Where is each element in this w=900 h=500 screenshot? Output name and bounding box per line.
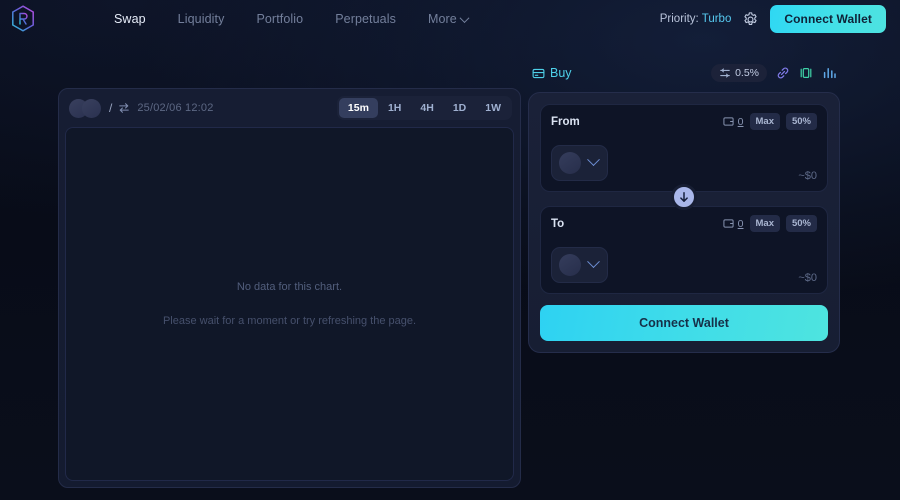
from-body: ~$0 bbox=[541, 137, 827, 191]
chevron-down-icon bbox=[587, 255, 600, 269]
timeframe-1d[interactable]: 1D bbox=[444, 98, 475, 118]
chevron-down-icon bbox=[459, 12, 470, 23]
slippage-setting[interactable]: 0.5% bbox=[711, 64, 767, 82]
nav-item-more[interactable]: More bbox=[412, 8, 484, 30]
token-placeholder-icon bbox=[559, 253, 581, 276]
bar-chart-icon[interactable] bbox=[822, 66, 836, 80]
priority-label: Priority: bbox=[659, 13, 699, 25]
swap-arrows-icon[interactable] bbox=[118, 102, 130, 114]
sliders-icon bbox=[720, 68, 730, 78]
wallet-icon bbox=[723, 219, 734, 228]
from-balance[interactable]: 0 bbox=[723, 116, 744, 128]
to-usd-value: ~$0 bbox=[798, 272, 817, 284]
hexagon-r-logo-icon[interactable] bbox=[8, 4, 38, 34]
timeframe-1w[interactable]: 1W bbox=[476, 98, 510, 118]
swap-direction-button[interactable] bbox=[671, 184, 697, 210]
token-placeholder-icon bbox=[559, 151, 581, 174]
to-label: To bbox=[551, 217, 565, 230]
chart-empty-state: No data for this chart. Please wait for … bbox=[65, 127, 514, 481]
from-section: From 0 Max 50% ~$0 bbox=[540, 104, 828, 192]
card-icon bbox=[532, 68, 545, 78]
to-balance[interactable]: 0 bbox=[723, 218, 744, 230]
top-header: Swap Liquidity Portfolio Perpetuals More… bbox=[0, 0, 900, 38]
token-placeholder-icon bbox=[82, 98, 101, 118]
to-body: ~$0 bbox=[541, 239, 827, 293]
token-pair[interactable]: / 25/02/06 12:02 bbox=[69, 98, 214, 118]
nav-label-portfolio: Portfolio bbox=[256, 12, 304, 26]
from-balance-value: 0 bbox=[737, 115, 744, 128]
from-usd-value: ~$0 bbox=[798, 170, 817, 182]
nav-item-liquidity[interactable]: Liquidity bbox=[162, 8, 241, 30]
chart-header: / 25/02/06 12:02 15m 1H 4H 1D 1W bbox=[59, 89, 520, 127]
to-max-button[interactable]: Max bbox=[749, 215, 780, 232]
from-token-selector[interactable] bbox=[551, 144, 608, 181]
tab-buy-label: Buy bbox=[550, 66, 572, 80]
slippage-value: 0.5% bbox=[735, 67, 759, 79]
main-nav: Swap Liquidity Portfolio Perpetuals More bbox=[98, 8, 484, 30]
timeframe-4h[interactable]: 4H bbox=[411, 98, 442, 118]
timeframe-15m[interactable]: 15m bbox=[338, 98, 378, 118]
link-icon[interactable] bbox=[776, 66, 790, 80]
nav-item-swap[interactable]: Swap bbox=[98, 8, 162, 30]
tab-buy[interactable]: Buy bbox=[532, 66, 572, 80]
swap-toolbar: Buy 0.5% bbox=[528, 58, 840, 88]
to-actions: 0 Max 50% bbox=[723, 215, 817, 232]
from-actions: 0 Max 50% bbox=[723, 113, 817, 130]
chevron-down-icon bbox=[587, 153, 600, 167]
from-half-button[interactable]: 50% bbox=[785, 113, 817, 130]
wallet-icon bbox=[723, 117, 734, 126]
header-actions: Priority: Turbo Connect Wallet bbox=[660, 5, 886, 33]
swap-tools: 0.5% bbox=[711, 64, 836, 82]
priority-indicator[interactable]: Priority: Turbo bbox=[660, 13, 732, 25]
connect-wallet-header-button[interactable]: Connect Wallet bbox=[770, 5, 886, 33]
app-root: Swap Liquidity Portfolio Perpetuals More… bbox=[0, 0, 900, 500]
chart-empty-title: No data for this chart. bbox=[236, 281, 343, 293]
chart-timestamp: 25/02/06 12:02 bbox=[137, 102, 214, 114]
chart-panel: / 25/02/06 12:02 15m 1H 4H 1D 1W No data… bbox=[58, 88, 521, 488]
nav-label-liquidity: Liquidity bbox=[177, 12, 225, 26]
timeframe-1h[interactable]: 1H bbox=[379, 98, 410, 118]
route-icon[interactable] bbox=[799, 66, 813, 80]
gear-icon[interactable] bbox=[742, 11, 759, 28]
to-balance-value: 0 bbox=[737, 217, 744, 230]
pair-separator: / bbox=[109, 101, 113, 115]
to-token-selector[interactable] bbox=[551, 246, 608, 283]
to-half-button[interactable]: 50% bbox=[785, 215, 817, 232]
flip-row bbox=[540, 184, 828, 210]
nav-label-swap: Swap bbox=[114, 12, 146, 26]
timeframe-selector: 15m 1H 4H 1D 1W bbox=[336, 96, 512, 120]
nav-label-more: More bbox=[427, 12, 457, 26]
from-label: From bbox=[551, 115, 580, 128]
nav-item-perpetuals[interactable]: Perpetuals bbox=[319, 8, 412, 30]
nav-label-perpetuals: Perpetuals bbox=[335, 12, 396, 26]
priority-value: Turbo bbox=[701, 13, 732, 25]
arrow-down-icon bbox=[680, 192, 688, 202]
nav-item-portfolio[interactable]: Portfolio bbox=[240, 8, 319, 30]
from-header: From 0 Max 50% bbox=[541, 105, 827, 137]
from-max-button[interactable]: Max bbox=[749, 113, 780, 130]
to-section: To 0 Max 50% ~$0 bbox=[540, 206, 828, 294]
chart-empty-subtitle: Please wait for a moment or try refreshi… bbox=[162, 315, 417, 327]
swap-panel: Buy 0.5% From 0 Max 50% ~$0 To 0 Max 50%… bbox=[528, 58, 840, 353]
to-header: To 0 Max 50% bbox=[541, 207, 827, 239]
connect-wallet-button[interactable]: Connect Wallet bbox=[540, 305, 828, 341]
swap-card: From 0 Max 50% ~$0 To 0 Max 50% ~$0 Conn… bbox=[528, 92, 840, 353]
